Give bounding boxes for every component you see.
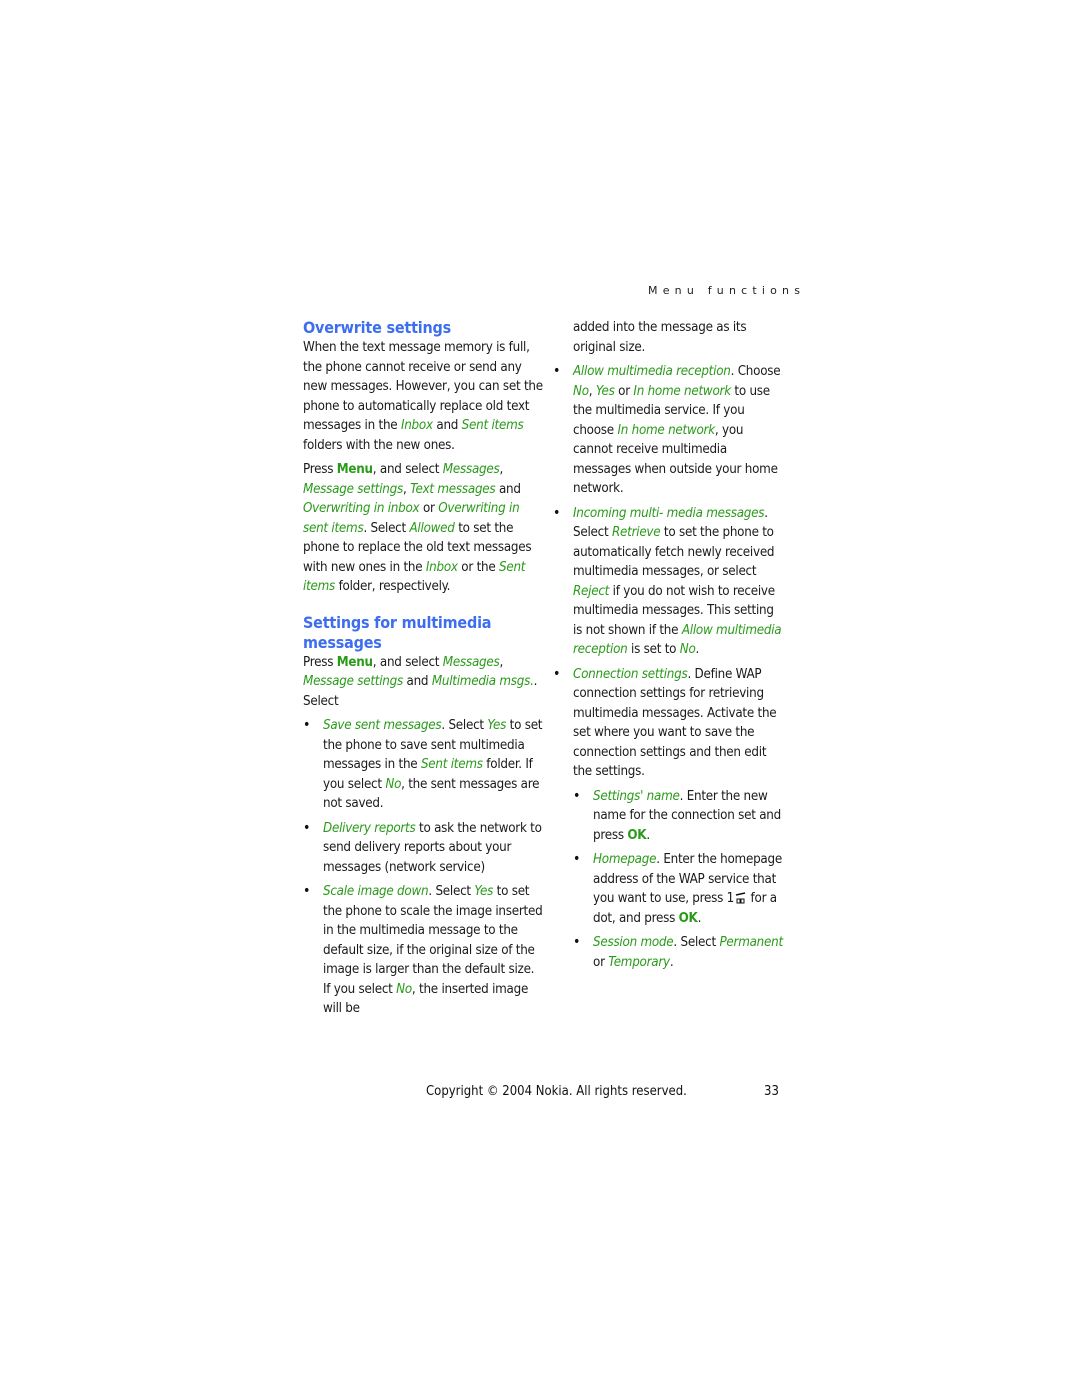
menu-term: Temporary bbox=[608, 954, 670, 970]
text-run: . bbox=[646, 827, 650, 843]
menu-term: No bbox=[573, 383, 589, 399]
paragraph: When the text message memory is full, th… bbox=[303, 338, 543, 455]
menu-term: Message settings bbox=[303, 674, 403, 689]
menu-term: Allow multimedia reception bbox=[573, 364, 731, 379]
text-run: or bbox=[593, 954, 609, 970]
paragraph: Press Menu, and select Messages, Message… bbox=[303, 653, 543, 712]
menu-term: Scale image down bbox=[323, 884, 429, 899]
text-run: Press bbox=[303, 462, 337, 477]
bullet-list: Allow multimedia reception. Choose No, Y… bbox=[553, 362, 783, 782]
menu-term: Inbox bbox=[400, 418, 433, 433]
menu-term: Session mode bbox=[593, 935, 674, 950]
text-run: or the bbox=[457, 559, 500, 575]
menu-term: In home network bbox=[617, 422, 715, 438]
menu-term: Yes bbox=[487, 718, 507, 733]
left-column: Overwrite settings When the text message… bbox=[303, 318, 543, 1024]
text-run: . bbox=[695, 642, 700, 657]
menu-term: Retrieve bbox=[611, 525, 661, 540]
text-run: and bbox=[432, 418, 462, 433]
key-label: Menu bbox=[336, 462, 373, 477]
paragraph: Press Menu, and select Messages, Message… bbox=[303, 460, 543, 597]
menu-term: No bbox=[396, 981, 412, 997]
text-run: to set the phone to scale the image inse… bbox=[323, 884, 543, 997]
menu-term: Messages bbox=[442, 462, 500, 477]
key-label: OK bbox=[627, 827, 647, 843]
list-item: Homepage. Enter the homepage address of … bbox=[573, 850, 783, 928]
list-item: Save sent messages. Select Yes to set th… bbox=[303, 716, 543, 814]
menu-term: Settings' name bbox=[593, 788, 680, 804]
menu-term: Allowed bbox=[409, 520, 455, 536]
text-run: or bbox=[614, 383, 634, 399]
text-run: . Choose bbox=[730, 364, 781, 379]
sub-bullet-list: Settings' name. Enter the new name for t… bbox=[573, 787, 783, 973]
text-run: or bbox=[419, 501, 439, 516]
menu-term: In home network bbox=[633, 383, 731, 399]
list-item: Incoming multi- media messages. Select R… bbox=[553, 504, 783, 660]
text-run: . Select bbox=[363, 520, 410, 536]
running-header: Menu functions bbox=[648, 284, 806, 297]
text-run: , bbox=[499, 462, 504, 477]
text-run: , bbox=[402, 481, 411, 497]
menu-term: No bbox=[385, 776, 402, 792]
menu-term: No bbox=[679, 642, 696, 657]
menu-term: Overwriting in inbox bbox=[303, 501, 420, 516]
list-item: Settings' name. Enter the new name for t… bbox=[573, 787, 783, 846]
menu-term: Homepage bbox=[593, 852, 657, 867]
text-run: . bbox=[669, 954, 674, 970]
menu-term: Yes bbox=[595, 383, 615, 399]
menu-term: Delivery reports bbox=[323, 820, 416, 836]
text-run: , and select bbox=[372, 462, 443, 477]
list-item: Allow multimedia reception. Choose No, Y… bbox=[553, 362, 783, 499]
menu-term: Inbox bbox=[425, 559, 458, 575]
text-run: . bbox=[697, 910, 702, 926]
text-run: folders with the new ones. bbox=[303, 437, 455, 453]
text-run: Press bbox=[303, 654, 337, 670]
text-run: . Select bbox=[441, 718, 488, 733]
key-1-icon bbox=[734, 891, 747, 905]
key-label: OK bbox=[678, 910, 698, 926]
right-column: added into the message as its original s… bbox=[553, 318, 783, 977]
list-item: Session mode. Select Permanent or Tempor… bbox=[573, 933, 783, 972]
text-run: and bbox=[495, 481, 521, 497]
text-run: . Select bbox=[673, 935, 720, 950]
paragraph: added into the message as its original s… bbox=[573, 320, 747, 355]
list-item: Scale image down. Select Yes to set the … bbox=[303, 882, 543, 1019]
copyright-footer: Copyright © 2004 Nokia. All rights reser… bbox=[426, 1084, 687, 1099]
text-run: folder, respectively. bbox=[335, 579, 451, 594]
menu-term: Reject bbox=[573, 583, 610, 599]
menu-term: Multimedia msgs. bbox=[431, 674, 534, 689]
list-item: Delivery reports to ask the network to s… bbox=[303, 819, 543, 878]
menu-term: Sent items bbox=[420, 757, 483, 772]
menu-term: Connection settings bbox=[573, 666, 688, 682]
page-number: 33 bbox=[764, 1084, 779, 1099]
menu-term: Message settings bbox=[303, 481, 403, 497]
menu-term: Text messages bbox=[410, 481, 496, 497]
menu-term: Yes bbox=[474, 884, 494, 899]
menu-term: Incoming multi- media messages bbox=[573, 505, 765, 521]
text-run: is set to bbox=[627, 642, 680, 657]
bullet-list: Save sent messages. Select Yes to set th… bbox=[303, 716, 543, 1019]
menu-term: Sent items bbox=[461, 418, 524, 433]
text-run: , bbox=[499, 654, 504, 670]
key-label: Menu bbox=[336, 654, 373, 670]
menu-term: Messages bbox=[442, 654, 500, 670]
text-run: . Define WAP connection settings for ret… bbox=[573, 666, 777, 780]
heading-overwrite-settings: Overwrite settings bbox=[303, 318, 452, 337]
menu-term: Save sent messages bbox=[323, 718, 442, 733]
menu-term: Permanent bbox=[719, 935, 783, 950]
heading-multimedia-settings: Settings for multimedia messages bbox=[303, 612, 492, 652]
text-run: . Select bbox=[428, 884, 475, 899]
text-run: , and select bbox=[372, 654, 443, 670]
list-item: Connection settings. Define WAP connecti… bbox=[553, 665, 783, 782]
text-run: , bbox=[588, 383, 596, 399]
text-run: and bbox=[402, 674, 432, 689]
